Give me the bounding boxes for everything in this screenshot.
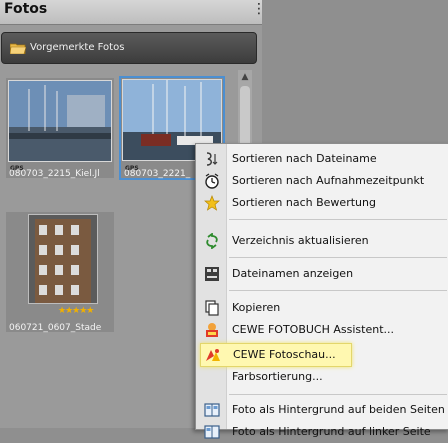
photo-caption: 080703_2215_Kiel.Jl [9,169,100,179]
menu-separator [229,219,447,220]
menu-item-label: Foto als Hintergrund auf linker Seite [232,425,431,438]
menu-item-label: Farbsortierung... [232,370,323,383]
menu-item-label: CEWE Fotoschau... [233,348,336,361]
background-left-icon [204,425,220,439]
menu-item-show-filenames[interactable]: Dateinamen anzeigen [196,263,448,285]
menu-item-label: Sortieren nach Aufnahmezeitpunkt [232,174,425,187]
filename-icon [205,267,219,281]
refresh-icon [206,233,218,249]
folder-selector[interactable]: Vorgemerkte Fotos [1,32,257,64]
menu-item-background-left-page[interactable]: Foto als Hintergrund auf linker Seite [196,421,448,443]
cewe-fotobuch-icon [206,323,218,337]
folder-icon [10,43,26,54]
copy-icon [205,300,219,316]
star-icon [204,195,220,211]
photo-image [28,214,98,304]
menu-item-cewe-fotoschau[interactable]: CEWE Fotoschau... [200,343,352,367]
menu-item-label: Sortieren nach Dateiname [232,152,377,165]
background-both-icon [204,403,220,417]
menu-item-copy[interactable]: Kopieren [196,297,448,319]
menu-item-label: Dateinamen anzeigen [232,267,354,280]
menu-separator [229,290,447,291]
menu-item-label: Sortieren nach Bewertung [232,196,376,209]
menu-item-label: Kopieren [232,301,281,314]
photo-thumbnail[interactable]: ★★★★★ 060721_0607_Stade [6,212,114,333]
menu-item-sort-by-filename[interactable]: Sortieren nach Dateiname [196,148,448,170]
menu-separator [229,257,447,258]
menu-item-sort-by-time[interactable]: Sortieren nach Aufnahmezeitpunkt [196,170,448,192]
scroll-up-arrow-icon[interactable]: ▲ [238,70,252,84]
panel-header: Fotos ⋮ [0,0,266,25]
photo-image [8,80,112,162]
menu-item-sort-by-rating[interactable]: Sortieren nach Bewertung [196,192,448,214]
sort-az-icon [206,152,218,166]
menu-item-color-sort[interactable]: Farbsortierung... [196,366,448,388]
folder-label: Vorgemerkte Fotos [30,42,125,53]
menu-item-label: Foto als Hintergrund auf beiden Seiten [232,403,445,416]
menu-separator [229,394,447,395]
menu-item-label: Verzeichnis aktualisieren [232,234,369,247]
context-menu: Sortieren nach Dateiname Sortieren nach … [195,143,448,439]
menu-item-background-both-pages[interactable]: Foto als Hintergrund auf beiden Seiten [196,399,448,421]
menu-item-cewe-fotobuch-assistant[interactable]: CEWE FOTOBUCH Assistent... [196,319,448,341]
panel-title: Fotos [4,1,48,17]
menu-item-label: CEWE FOTOBUCH Assistent... [232,323,394,336]
photo-caption: 080703_2221_ [124,169,191,179]
menu-item-refresh-folder[interactable]: Verzeichnis aktualisieren [196,230,448,252]
photo-thumbnail[interactable]: GPS 080703_2215_Kiel.Jl [6,78,114,179]
rating-stars: ★★★★★ [58,306,94,316]
clock-icon [205,173,219,189]
panel-options-icon[interactable]: ⋮ [252,2,266,16]
cewe-fotoschau-icon [206,349,220,361]
photo-caption: 060721_0607_Stade [9,323,102,333]
